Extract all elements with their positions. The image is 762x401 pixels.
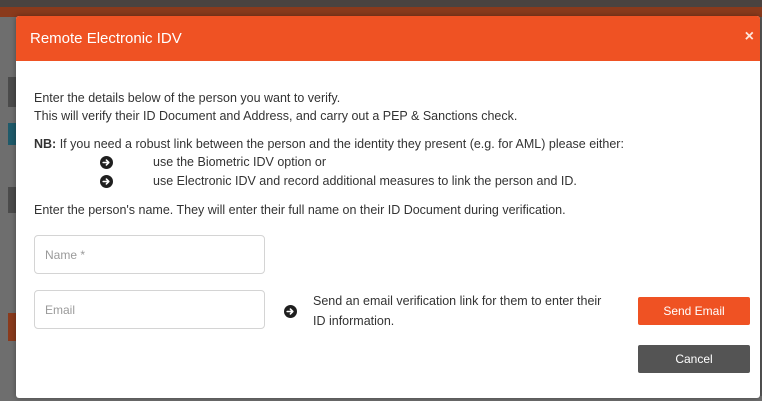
nb-option-2: use Electronic IDV and record additional… — [153, 174, 577, 188]
intro-line-1: Enter the details below of the person yo… — [34, 91, 341, 105]
dialog-header: Remote Electronic IDV × — [16, 16, 760, 61]
arrow-circle-right-icon — [100, 175, 113, 188]
nb-text: If you need a robust link between the pe… — [59, 137, 624, 151]
nb-label: NB: — [34, 137, 57, 151]
remote-idv-dialog: Remote Electronic IDV × Enter the detail… — [16, 16, 760, 398]
email-hint-line-1: Send an email verification link for them… — [313, 294, 602, 308]
nb-paragraph: NB: If you need a robust link between th… — [34, 137, 624, 151]
dialog-title: Remote Electronic IDV — [30, 30, 182, 47]
arrow-circle-right-icon — [284, 305, 297, 318]
cancel-button[interactable]: Cancel — [638, 345, 750, 373]
arrow-circle-right-icon — [100, 156, 113, 169]
close-icon[interactable]: × — [745, 28, 754, 46]
email-hint-line-2: ID information. — [313, 314, 395, 328]
name-input[interactable] — [34, 235, 265, 274]
send-email-button[interactable]: Send Email — [638, 297, 750, 325]
intro-line-2: This will verify their ID Document and A… — [34, 109, 518, 123]
email-input[interactable] — [34, 290, 265, 329]
nb-option-1: use the Biometric IDV option or — [153, 155, 326, 169]
name-instruction: Enter the person's name. They will enter… — [34, 203, 566, 217]
